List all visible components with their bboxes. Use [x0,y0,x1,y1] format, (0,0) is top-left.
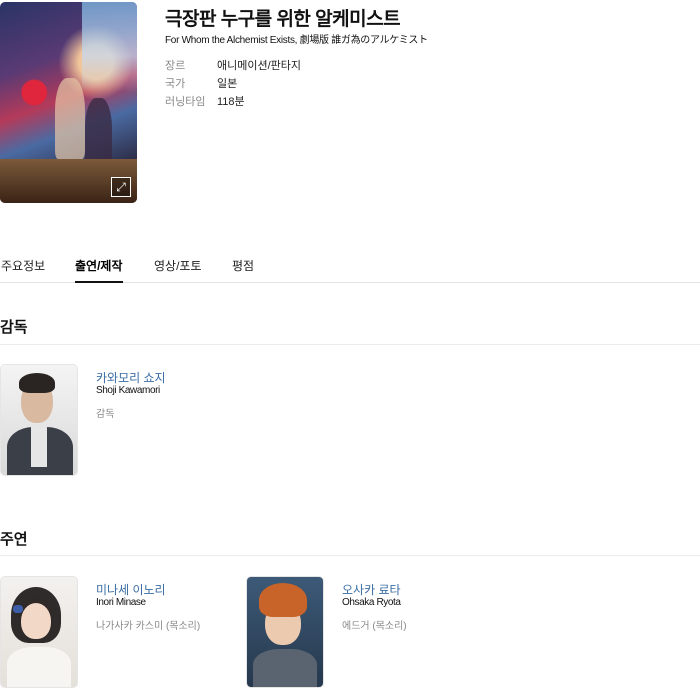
meta-key: 국가 [165,78,186,90]
movie-meta: 장르 애니메이션/판타지 국가 일본 러닝타임 118분 [165,57,301,111]
person-name[interactable]: 미나세 이노리 [96,581,166,598]
meta-value: 애니메이션/판타지 [217,60,302,72]
movie-poster[interactable]: ⤢ [0,2,137,203]
section-title-director: 감독 [0,319,28,336]
person-name[interactable]: 카와모리 쇼지 [96,369,166,386]
expand-icon[interactable]: ⤢ [111,177,131,197]
person-name-en: Ohsaka Ryota [342,597,401,608]
meta-value: 118분 [217,96,245,108]
person-photo[interactable] [0,364,78,476]
tab-rating[interactable]: 평점 [232,257,254,274]
poster-art-sky [82,2,137,93]
meta-genre: 장르 애니메이션/판타지 [165,57,301,75]
person-role: 나가사카 카스미 (목소리) [96,621,201,632]
meta-key: 러닝타임 [165,96,206,108]
person-role: 감독 [96,409,115,420]
tab-video-photo[interactable]: 영상/포토 [154,257,202,274]
section-title-cast: 주연 [0,531,28,548]
person-name[interactable]: 오사카 료타 [342,581,401,598]
divider [0,344,700,345]
movie-subtitle: For Whom the Alchemist Exists, 劇場版 誰ガ為のア… [165,35,428,46]
tab-main-info[interactable]: 주요정보 [1,257,45,274]
meta-value: 일본 [217,78,238,90]
person-photo[interactable] [246,576,324,688]
person-photo[interactable] [0,576,78,688]
person-name-en: Shoji Kawamori [96,385,160,396]
tab-bar: 주요정보 출연/제작 영상/포토 평점 [0,255,700,283]
person-name-en: Inori Minase [96,597,146,608]
meta-country: 국가 일본 [165,75,301,93]
person-role: 에드거 (목소리) [342,621,407,632]
meta-runtime: 러닝타임 118분 [165,93,301,111]
divider [0,555,700,556]
meta-key: 장르 [165,60,186,72]
movie-title: 극장판 누구를 위한 알케미스트 [165,9,401,30]
tab-cast-crew[interactable]: 출연/제작 [75,257,123,283]
poster-art-figure [54,78,85,159]
